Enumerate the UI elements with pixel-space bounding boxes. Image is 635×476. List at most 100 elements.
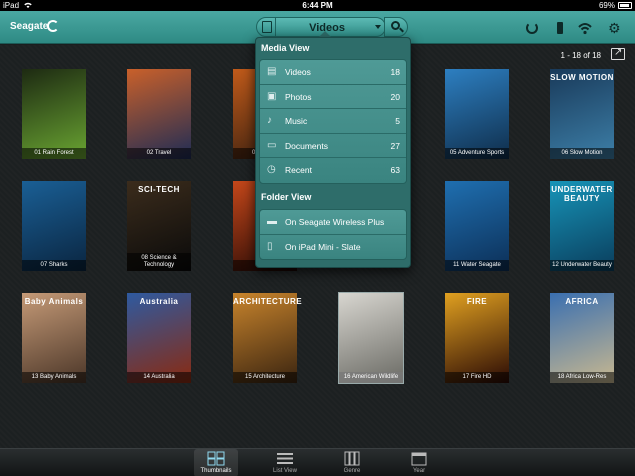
media-thumbnail[interactable]: Australia 14 Australia — [127, 293, 191, 383]
battery-percent: 69% — [598, 1, 615, 10]
tab-bar: Thumbnails List View Genre Year — [0, 448, 635, 476]
folder-view-item[interactable]: ▬ On Seagate Wireless Plus — [260, 210, 406, 235]
gear-icon[interactable]: ⚙ — [608, 21, 622, 35]
media-view-item-count: 63 — [390, 165, 400, 176]
genre-icon — [344, 451, 360, 466]
media-thumbnail[interactable]: SCI-TECH 08 Science & Technology — [127, 181, 191, 271]
tab-list-view[interactable]: List View — [263, 449, 307, 476]
thumbnail-banner: ARCHITECTURE — [233, 297, 303, 306]
photo-icon: ▣ — [267, 90, 277, 102]
media-thumbnail[interactable]: 07 Sharks — [22, 181, 86, 271]
calendar-icon — [411, 452, 427, 466]
thumbnail-caption: 18 Africa Low-Res — [550, 372, 614, 383]
thumbnail-caption: 02 Travel — [127, 148, 191, 159]
tab-label: Year — [412, 468, 426, 474]
media-view-item-recent[interactable]: ◷ Recent 63 — [260, 158, 406, 183]
thumbnail-caption: 15 Architecture — [233, 372, 297, 383]
media-view-item-photos[interactable]: ▣ Photos 20 — [260, 85, 406, 110]
thumbnail-image — [550, 293, 614, 383]
thumbnail-caption: 13 Baby Animals — [22, 372, 86, 383]
folder-view-item[interactable]: ▯ On iPad Mini - Slate — [260, 235, 406, 260]
media-view-item-videos[interactable]: ▤ Videos 18 — [260, 60, 406, 85]
media-thumbnail[interactable]: AFRICA 18 Africa Low-Res — [550, 293, 614, 383]
tab-genre[interactable]: Genre — [330, 449, 374, 476]
folder-view-list: ▬ On Seagate Wireless Plus ▯ On iPad Mini -… — [259, 209, 407, 261]
clock-icon: ◷ — [267, 164, 276, 176]
media-view-item-count: 20 — [390, 91, 400, 102]
share-icon[interactable] — [611, 47, 625, 60]
media-view-item-documents[interactable]: ▭ Documents 27 — [260, 134, 406, 159]
seagate-logo-icon — [47, 20, 59, 32]
tab-label: List View — [273, 468, 297, 474]
thumbnail-image — [233, 293, 297, 383]
wifi-icon[interactable] — [578, 21, 592, 35]
drive-battery-icon[interactable] — [557, 22, 563, 34]
thumbnail-caption: 07 Sharks — [22, 260, 86, 271]
tab-label: Genre — [343, 468, 361, 474]
thumbnail-image — [22, 69, 86, 159]
media-thumbnail[interactable]: 05 Adventure Sports — [445, 69, 509, 159]
media-thumbnail[interactable]: 16 American Wildlife — [338, 292, 404, 384]
thumbnail-image — [445, 293, 509, 383]
thumbnail-banner: UNDERWATER BEAUTY — [551, 185, 613, 203]
media-thumbnail[interactable]: FIRE 17 Fire HD — [445, 293, 509, 383]
thumbnail-banner: Australia — [139, 297, 179, 306]
seagate-logo: Seagate — [10, 21, 49, 32]
media-view-item-label: Music — [285, 116, 308, 127]
media-thumbnail[interactable]: 11 Water Seagate — [445, 181, 509, 271]
media-thumbnail[interactable]: Baby Animals 13 Baby Animals — [22, 293, 86, 383]
media-view-item-count: 18 — [390, 67, 400, 77]
thumbnail-banner: Baby Animals — [24, 297, 84, 306]
thumbnail-banner: SCI-TECH — [138, 185, 180, 194]
media-view-list: ▤ Videos 18 ▣ Photos 20 ♪ Music 5 ▭ Documents 27 ◷ Re… — [259, 59, 407, 184]
media-thumbnail[interactable]: 02 Travel — [127, 69, 191, 159]
drive-icon: ▬ — [267, 216, 277, 227]
media-view-item-count: 27 — [390, 140, 400, 151]
media-view-heading: Media View — [261, 43, 310, 53]
thumbnail-caption: 08 Science & Technology — [127, 253, 191, 271]
media-view-item-music[interactable]: ♪ Music 5 — [260, 109, 406, 134]
thumbnail-image — [127, 293, 191, 383]
thumbnail-image — [550, 69, 614, 159]
thumbnail-image — [445, 69, 509, 159]
media-view-item-count: 5 — [395, 116, 400, 127]
tablet-icon: ▯ — [267, 240, 273, 252]
video-icon — [262, 21, 272, 33]
media-view-item-label: Photos — [285, 91, 312, 102]
thumbnail-caption: 01 Rain Forest — [22, 148, 86, 159]
thumbnail-image — [338, 292, 404, 384]
tab-year[interactable]: Year — [397, 449, 441, 476]
thumbnail-banner: AFRICA — [565, 297, 599, 306]
clock: 6:44 PM — [302, 1, 333, 10]
thumbnail-caption: 17 Fire HD — [445, 372, 509, 383]
thumbnail-caption: 06 Slow Motion — [550, 148, 614, 159]
media-view-item-label: Videos — [285, 67, 311, 77]
media-thumbnail[interactable]: ARCHITECTURE 15 Architecture — [233, 293, 303, 383]
thumbnail-image — [127, 69, 191, 159]
battery-icon — [618, 2, 632, 9]
media-view-item-label: Recent — [285, 165, 312, 176]
thumbnail-caption: 05 Adventure Sports — [445, 148, 509, 159]
tab-thumbnails[interactable]: Thumbnails — [194, 449, 238, 476]
list-icon — [277, 453, 293, 464]
folder-view-item-label: On iPad Mini - Slate — [285, 241, 361, 252]
thumbnail-image — [22, 293, 86, 383]
media-thumbnail[interactable]: UNDERWATER BEAUTY 12 Underwater Beauty — [550, 181, 614, 271]
media-view-popup: Media View ▤ Videos 18 ▣ Photos 20 ♪ Music 5 ▭ Doc… — [255, 37, 411, 268]
thumbnail-caption: 11 Water Seagate — [445, 260, 509, 271]
search-button[interactable] — [384, 17, 408, 37]
media-thumbnail[interactable]: SLOW MOTION 06 Slow Motion — [550, 69, 614, 159]
folder-view-heading: Folder View — [261, 192, 312, 202]
refresh-icon[interactable] — [526, 22, 538, 34]
media-view-item-label: Documents — [285, 140, 328, 151]
thumbnail-caption: 14 Australia — [127, 372, 191, 383]
item-count: 1 - 18 of 18 — [560, 51, 601, 60]
thumbnail-image — [22, 181, 86, 271]
media-thumbnail[interactable]: 01 Rain Forest — [22, 69, 86, 159]
document-icon: ▭ — [267, 139, 277, 151]
folder-view-item-label: On Seagate Wireless Plus — [285, 217, 385, 227]
thumbnail-image — [445, 181, 509, 271]
thumbnail-banner: FIRE — [466, 297, 488, 306]
thumbnail-banner: SLOW MOTION — [550, 73, 614, 82]
music-icon: ♪ — [267, 115, 272, 127]
